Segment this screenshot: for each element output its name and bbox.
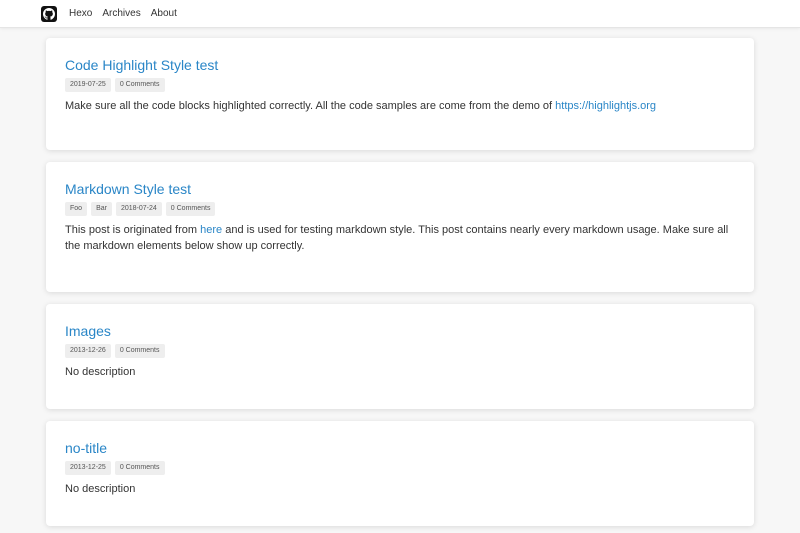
post-date: 2018-07-24 — [115, 202, 162, 216]
nav-link-archives[interactable]: Archives — [102, 8, 140, 19]
post-excerpt: Make sure all the code blocks highlighte… — [65, 98, 735, 114]
post-meta: 2013-12-25 0 Comments — [65, 461, 735, 475]
github-logo-icon[interactable] — [41, 5, 57, 22]
post-date: 2013-12-26 — [65, 344, 111, 358]
post-comments-count[interactable]: 0 Comments — [114, 461, 165, 475]
navbar: Hexo Archives About — [0, 0, 800, 28]
post-comments-count[interactable]: 0 Comments — [114, 344, 165, 358]
excerpt-link[interactable]: https://highlightjs.org — [555, 100, 656, 112]
nav-link-about[interactable]: About — [151, 8, 177, 19]
post-date: 2013-12-25 — [65, 461, 111, 475]
post-card: no-title 2013-12-25 0 Comments No descri… — [46, 421, 754, 526]
post-card: Code Highlight Style test 2019-07-25 0 C… — [46, 38, 754, 150]
post-comments-count[interactable]: 0 Comments — [114, 78, 165, 92]
post-excerpt: This post is originated from here and is… — [65, 222, 735, 254]
post-title-link[interactable]: no-title — [65, 439, 735, 457]
post-tag-bar[interactable]: Bar — [91, 202, 112, 216]
post-list: Code Highlight Style test 2019-07-25 0 C… — [0, 28, 800, 526]
post-tag-foo[interactable]: Foo — [65, 202, 88, 216]
post-title-link[interactable]: Markdown Style test — [65, 180, 735, 198]
post-excerpt: No description — [65, 366, 136, 378]
nav-link-hexo[interactable]: Hexo — [69, 8, 92, 19]
post-title-link[interactable]: Images — [65, 322, 735, 340]
post-card: Markdown Style test Foo Bar 2018-07-24 0… — [46, 162, 754, 292]
excerpt-link[interactable]: here — [200, 224, 222, 236]
excerpt-text: Make sure all the code blocks highlighte… — [65, 100, 556, 112]
excerpt-text: This post is originated from — [65, 224, 201, 236]
post-title-link[interactable]: Code Highlight Style test — [65, 56, 735, 74]
post-excerpt: No description — [65, 483, 136, 495]
post-meta: 2013-12-26 0 Comments — [65, 344, 735, 358]
post-meta: Foo Bar 2018-07-24 0 Comments — [65, 202, 735, 216]
post-meta: 2019-07-25 0 Comments — [65, 78, 735, 92]
post-comments-count[interactable]: 0 Comments — [165, 202, 216, 216]
post-card: Images 2013-12-26 0 Comments No descript… — [46, 304, 754, 409]
post-date: 2019-07-25 — [65, 78, 111, 92]
